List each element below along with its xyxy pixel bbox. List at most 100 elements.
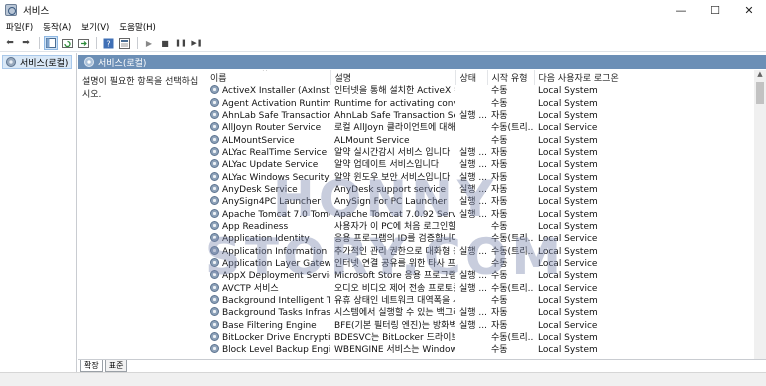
cell-description: 추가적인 관리 권한으로 대화형 응... bbox=[334, 246, 455, 257]
cell-log-on-as: Local System bbox=[538, 197, 598, 208]
gear-icon bbox=[210, 332, 219, 342]
cell-description: 알약 업데이트 서비스입니다 bbox=[334, 160, 440, 171]
table-header-row: ^ 이름 설명 상태 시작 유형 다음 사용자로 로그온 bbox=[206, 70, 754, 85]
table-row[interactable]: Application Information 추가적인 관리 권한으로 대화형 … bbox=[206, 245, 754, 257]
cell-startup-type: 자동 bbox=[491, 197, 508, 208]
cell-startup-type: 수동 bbox=[491, 221, 508, 232]
table-row[interactable]: AnyDesk Service AnyDesk support service 실행… bbox=[206, 183, 754, 196]
cell-log-on-as: Local Service bbox=[538, 283, 598, 294]
title-bar: 서비스 — ☐ ✕ bbox=[0, 0, 766, 20]
cell-log-on-as: Local System bbox=[538, 98, 598, 109]
vertical-scrollbar[interactable]: ▲ bbox=[754, 70, 766, 359]
description-panel: 설명이 필요한 항목을 선택하십시오. bbox=[78, 70, 205, 356]
service-name: ALYac RealTime Service bbox=[222, 147, 328, 158]
cell-description: 시스템에서 실행할 수 있는 백그라... bbox=[334, 308, 455, 319]
table-row[interactable]: Block Level Backup Engine Ser... WBENGINE… bbox=[206, 344, 754, 356]
column-header-log-on-as[interactable]: 다음 사용자로 로그온 bbox=[534, 70, 754, 85]
table-row[interactable]: Background Intelligent Transfer... 유휴 상태인… bbox=[206, 295, 754, 307]
cell-log-on-as: Local System bbox=[538, 160, 598, 171]
column-header-name[interactable]: ^ 이름 bbox=[206, 70, 331, 85]
pause-icon[interactable]: ❚❚ bbox=[174, 36, 188, 50]
table-row[interactable]: Application Identity 응용 프로그램의 ID를 검증합니다..… bbox=[206, 233, 754, 245]
cell-log-on-as: Local System bbox=[538, 135, 598, 146]
gear-icon bbox=[210, 159, 219, 169]
table-row[interactable]: Apache Tomcat 7.0 Tomcat7 Apache Tomcat 7… bbox=[206, 208, 754, 220]
cell-description: 알약 윈도우 보안 서비스입니다 bbox=[334, 172, 451, 183]
cell-startup-type: 자동 bbox=[491, 308, 508, 319]
cell-startup-type: 수동 bbox=[491, 271, 508, 282]
cell-name: Block Level Backup Engine Ser... bbox=[206, 344, 330, 356]
service-name: Base Filtering Engine bbox=[222, 320, 317, 331]
menu-bar: 파일(F) 동작(A) 보기(V) 도움말(H) bbox=[0, 20, 766, 34]
column-header-status[interactable]: 상태 bbox=[455, 70, 488, 85]
menu-help[interactable]: 도움말(H) bbox=[119, 21, 155, 33]
cell-startup-type: 자동 bbox=[491, 147, 508, 158]
table-row[interactable]: AnySign4PC Launcher AnySign For PC Launch… bbox=[206, 196, 754, 208]
gear-icon bbox=[210, 282, 219, 292]
help-icon[interactable]: ? bbox=[101, 36, 115, 50]
cell-description: 유휴 상태인 네트워크 대역폭을 사... bbox=[334, 296, 455, 307]
cell-description: AhnLab Safe Transaction Service bbox=[334, 110, 455, 121]
console-tree: 서비스(로컬) bbox=[0, 53, 77, 372]
table-row[interactable]: App Readiness 사용자가 이 PC에 처음 로그인할 ... 수동 Loc… bbox=[206, 220, 754, 233]
console-tree-icon[interactable] bbox=[44, 36, 58, 50]
tree-item-services-local[interactable]: 서비스(로컬) bbox=[2, 55, 73, 69]
gear-icon bbox=[210, 122, 219, 132]
table-row[interactable]: Agent Activation Runtime_330... Runtime f… bbox=[206, 97, 754, 109]
close-button[interactable]: ✕ bbox=[732, 0, 766, 20]
services-table: ^ 이름 설명 상태 시작 유형 다음 사용자로 로그온 ActiveX Inst… bbox=[206, 70, 754, 359]
forward-arrow-icon[interactable]: ➡ bbox=[19, 36, 33, 50]
table-row[interactable]: ALYac RealTime Service 알약 실시간감시 서비스 입니다 실행… bbox=[206, 146, 754, 159]
cell-status bbox=[455, 233, 487, 245]
table-row[interactable]: ALYac Windows Security Service 알약 윈도우 보안 … bbox=[206, 171, 754, 183]
menu-view[interactable]: 보기(V) bbox=[81, 21, 109, 33]
stop-icon[interactable]: ■ bbox=[158, 36, 172, 50]
cell-description: 사용자가 이 PC에 처음 로그인할 ... bbox=[334, 221, 455, 232]
service-name: Application Identity bbox=[222, 234, 310, 245]
cell-description: 알약 실시간감시 서비스 입니다 bbox=[334, 147, 451, 158]
table-row[interactable]: ALMountService ALMount Service 수동 Local Sys… bbox=[206, 134, 754, 146]
tree-item-label: 서비스(로컬) bbox=[20, 58, 69, 69]
cell-description: AnyDesk support service bbox=[334, 184, 447, 195]
export-icon[interactable] bbox=[76, 36, 90, 50]
column-header-startup-type[interactable]: 시작 유형 bbox=[487, 70, 535, 85]
table-row[interactable]: Background Tasks Infrastructur... 시스템에서 실… bbox=[206, 307, 754, 319]
table-row[interactable]: AllJoyn Router Service 로컬 AllJoyn 클라이언트에 … bbox=[206, 122, 754, 134]
cell-startup-type: 수동 bbox=[491, 345, 508, 356]
cell-description: BDESVC는 BitLocker 드라이브 암... bbox=[334, 333, 455, 344]
menu-action[interactable]: 동작(A) bbox=[43, 21, 71, 33]
scrollbar-thumb[interactable] bbox=[756, 82, 764, 104]
tab-extended[interactable]: 확장 bbox=[80, 360, 103, 372]
table-row[interactable]: BitLocker Drive Encryption Ser... BDESVC는… bbox=[206, 332, 754, 344]
menu-file[interactable]: 파일(F) bbox=[6, 21, 33, 33]
table-row[interactable]: AhnLab Safe Transaction Service AhnLab Sa… bbox=[206, 109, 754, 122]
tab-standard[interactable]: 표준 bbox=[104, 360, 128, 372]
properties-icon[interactable] bbox=[117, 36, 131, 50]
service-name: AVCTP 서비스 bbox=[222, 283, 279, 294]
cell-status bbox=[455, 332, 487, 344]
table-row[interactable]: Base Filtering Engine BFE(기본 필터링 엔진)는 방화벽… bbox=[206, 319, 754, 332]
table-row[interactable]: ALYac Update Service 알약 업데이트 서비스입니다 실행 ...… bbox=[206, 159, 754, 171]
scroll-up-arrow-icon[interactable]: ▲ bbox=[754, 70, 766, 80]
play-icon[interactable]: ▶ bbox=[142, 36, 156, 50]
maximize-button[interactable]: ☐ bbox=[698, 0, 732, 20]
table-row[interactable]: ActiveX Installer (AxInstSV) 인터넷을 통해 설치한 … bbox=[206, 85, 754, 97]
minimize-button[interactable]: — bbox=[664, 0, 698, 20]
service-name: AllJoyn Router Service bbox=[222, 123, 322, 134]
table-row[interactable]: AVCTP 서비스 오디오 비디오 제어 전송 프로토콜... 실행 ... 수동(트… bbox=[206, 282, 754, 295]
cell-name: ALYac RealTime Service bbox=[206, 146, 330, 159]
cell-status: 실행 ... bbox=[459, 320, 487, 331]
view-tabs: 확장 표준 bbox=[78, 359, 766, 372]
cell-log-on-as: Local System bbox=[538, 246, 598, 257]
gear-icon bbox=[210, 319, 219, 329]
table-row[interactable]: Application Layer Gateway Ser... 인터넷 연결 공… bbox=[206, 257, 754, 270]
service-name: Block Level Backup Engine Ser... bbox=[222, 345, 330, 356]
cell-log-on-as: Local System bbox=[538, 221, 598, 232]
back-arrow-icon[interactable]: ⬅ bbox=[3, 36, 17, 50]
column-header-description[interactable]: 설명 bbox=[330, 70, 456, 85]
table-row[interactable]: AppX Deployment Service (App... Microsoft… bbox=[206, 270, 754, 282]
cell-status bbox=[455, 134, 487, 146]
cell-name: AppX Deployment Service (App... bbox=[206, 270, 330, 282]
refresh-icon[interactable] bbox=[60, 36, 74, 50]
restart-icon[interactable]: ▶❚ bbox=[190, 36, 204, 50]
